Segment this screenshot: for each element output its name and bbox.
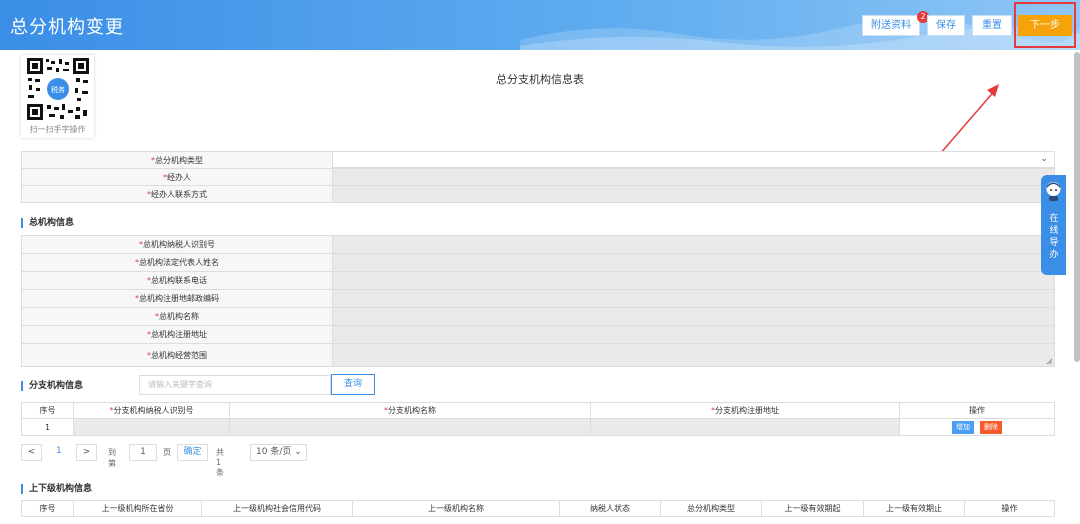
- branch-table-header: 序号 *分支机构纳税人识别号 *分支机构名称 *分支机构注册地址 操作: [21, 402, 1055, 419]
- field-label: *总机构纳税人识别号: [21, 235, 333, 254]
- column-header: 上一级有效期止: [863, 500, 965, 517]
- column-header: 上一级机构名称: [352, 500, 560, 517]
- column-header-branch-name: *分支机构名称: [229, 402, 591, 419]
- save-button[interactable]: 保存: [927, 15, 965, 36]
- field-row: *总机构经营范围: [21, 343, 1055, 367]
- branch-table: 序号 *分支机构纳税人识别号 *分支机构名称 *分支机构注册地址 操作 1 增加…: [21, 402, 1055, 436]
- head-org-table: *总机构纳税人识别号 *总机构法定代表人姓名 *总机构联系电话 *总机构注册地邮…: [21, 235, 1055, 367]
- agent-name-field[interactable]: [332, 168, 1055, 186]
- superior-table: 序号 上一级机构所在省份 上一级机构社会信用代码 上一级机构名称 纳税人状态 总…: [21, 500, 1055, 517]
- column-header: 操作: [964, 500, 1055, 517]
- field-label: *经办人: [21, 168, 333, 186]
- highlight-annotation-box: [1014, 2, 1076, 48]
- field-row: *总机构法定代表人姓名: [21, 253, 1055, 272]
- column-header: 纳税人状态: [559, 500, 661, 517]
- head-org-address-field[interactable]: [332, 325, 1055, 344]
- qr-code-icon: 税务: [27, 58, 89, 120]
- qr-code-card: 税务 扫一扫手字操作: [21, 55, 94, 138]
- column-header: 上一级机构社会信用代码: [201, 500, 353, 517]
- field-label: *总分机构类型: [21, 151, 333, 169]
- delete-row-button[interactable]: 删除: [980, 420, 1002, 434]
- head-org-phone-field[interactable]: [332, 271, 1055, 290]
- next-page-button[interactable]: >: [76, 444, 97, 461]
- field-label: *总机构联系电话: [21, 271, 333, 290]
- field-label: *总机构法定代表人姓名: [21, 253, 333, 272]
- head-org-scope-textarea[interactable]: [332, 343, 1055, 367]
- section-title-superior: 上下级机构信息: [21, 484, 92, 494]
- online-guide-tab[interactable]: 在线导办: [1041, 175, 1066, 275]
- column-header: 序号: [21, 500, 74, 517]
- section-title-branch: 分支机构信息: [21, 381, 83, 391]
- add-row-button[interactable]: 增加: [952, 420, 974, 434]
- field-row: *经办人: [21, 168, 1055, 186]
- field-row: *总机构注册地址: [21, 325, 1055, 344]
- superior-table-header: 序号 上一级机构所在省份 上一级机构社会信用代码 上一级机构名称 纳税人状态 总…: [21, 500, 1055, 517]
- branch-name-cell[interactable]: [229, 418, 591, 436]
- column-header-branch-taxid: *分支机构纳税人识别号: [73, 402, 230, 419]
- qr-logo-text: 税务: [51, 85, 65, 94]
- page-unit-label: 页: [163, 448, 171, 457]
- column-header-branch-address: *分支机构注册地址: [590, 402, 900, 419]
- chevron-down-icon: ⌄: [1040, 154, 1048, 164]
- page-scrollbar[interactable]: [1074, 52, 1080, 362]
- table-row: 1 增加 删除: [21, 418, 1055, 436]
- attachments-button[interactable]: 附送资料: [862, 15, 920, 36]
- goto-confirm-button[interactable]: 确定: [177, 444, 208, 461]
- total-count: 共 1 条: [216, 448, 224, 477]
- field-row: *经办人联系方式: [21, 185, 1055, 203]
- online-guide-label: 在线导办: [1049, 214, 1059, 260]
- chevron-down-icon: ⌄: [294, 447, 302, 457]
- reset-button[interactable]: 重置: [972, 15, 1012, 36]
- field-label: *总机构名称: [21, 307, 333, 326]
- column-header: 上一级有效期起: [761, 500, 864, 517]
- head-org-taxid-field[interactable]: [332, 235, 1055, 254]
- field-label: *经办人联系方式: [21, 185, 333, 203]
- column-header-index: 序号: [21, 402, 74, 419]
- field-row: *总机构注册地邮政编码: [21, 289, 1055, 308]
- goto-label: 到第: [108, 448, 116, 468]
- prev-page-button[interactable]: <: [21, 444, 42, 461]
- assistant-avatar-icon: [1046, 182, 1061, 201]
- branch-search-button[interactable]: 查询: [331, 374, 375, 395]
- goto-page-input[interactable]: 1: [129, 444, 157, 461]
- qr-caption: 扫一扫手字操作: [29, 125, 86, 134]
- current-page[interactable]: 1: [56, 446, 62, 456]
- field-row: *总机构名称: [21, 307, 1055, 326]
- column-header-actions: 操作: [899, 402, 1055, 419]
- resize-handle-icon[interactable]: [1046, 358, 1052, 364]
- page-size-select[interactable]: 10 条/页 ⌄: [250, 444, 307, 461]
- field-label: *总机构经营范围: [21, 343, 333, 367]
- branch-taxid-cell[interactable]: [73, 418, 230, 436]
- column-header: 总分机构类型: [660, 500, 762, 517]
- section-title-head-org: 总机构信息: [21, 218, 74, 228]
- field-label: *总机构注册地邮政编码: [21, 289, 333, 308]
- head-org-legal-rep-field[interactable]: [332, 253, 1055, 272]
- page-root: 总分机构变更 附送资料 2 保存 重置 下一步 税务 扫一扫手字操作 总分支机构…: [0, 0, 1080, 524]
- branch-address-cell[interactable]: [590, 418, 900, 436]
- field-label: *总机构注册地址: [21, 325, 333, 344]
- row-actions: 增加 删除: [899, 418, 1055, 436]
- field-row: *总机构联系电话: [21, 271, 1055, 290]
- org-type-select[interactable]: ⌄: [332, 151, 1055, 168]
- head-org-postcode-field[interactable]: [332, 289, 1055, 308]
- field-row: *总机构纳税人识别号: [21, 235, 1055, 254]
- page-title: 总分机构变更: [10, 17, 124, 38]
- agent-contact-field[interactable]: [332, 185, 1055, 203]
- head-org-name-field[interactable]: [332, 307, 1055, 326]
- branch-search-input[interactable]: 请输入关键字查询: [139, 375, 331, 395]
- column-header: 上一级机构所在省份: [73, 500, 202, 517]
- form-title: 总分支机构信息表: [496, 73, 584, 86]
- row-index: 1: [21, 418, 74, 436]
